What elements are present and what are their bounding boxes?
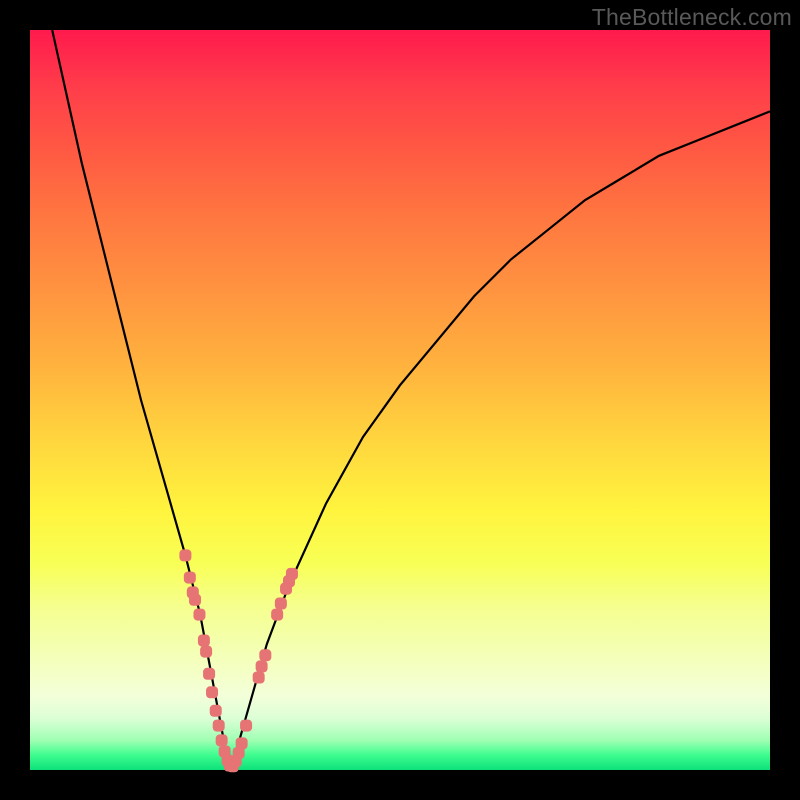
curve-marker: [198, 635, 210, 647]
curve-marker: [193, 609, 205, 621]
curve-marker: [184, 572, 196, 584]
curve-layer: [30, 30, 770, 770]
curve-marker: [236, 737, 248, 749]
curve-marker: [213, 720, 225, 732]
curve-marker: [256, 660, 268, 672]
curve-marker: [240, 720, 252, 732]
curve-marker: [259, 649, 271, 661]
curve-marker: [271, 609, 283, 621]
curve-marker: [189, 594, 201, 606]
curve-marker: [275, 598, 287, 610]
chart-frame: TheBottleneck.com: [0, 0, 800, 800]
curve-marker: [179, 549, 191, 561]
curve-marker: [206, 686, 218, 698]
curve-marker: [210, 705, 222, 717]
curve-marker: [216, 734, 228, 746]
curve-marker: [253, 672, 265, 684]
curve-markers: [179, 549, 298, 772]
curve-marker: [286, 568, 298, 580]
plot-area: [30, 30, 770, 770]
curve-marker: [200, 646, 212, 658]
watermark-text: TheBottleneck.com: [592, 4, 792, 31]
bottleneck-curve: [52, 30, 770, 770]
curve-marker: [203, 668, 215, 680]
